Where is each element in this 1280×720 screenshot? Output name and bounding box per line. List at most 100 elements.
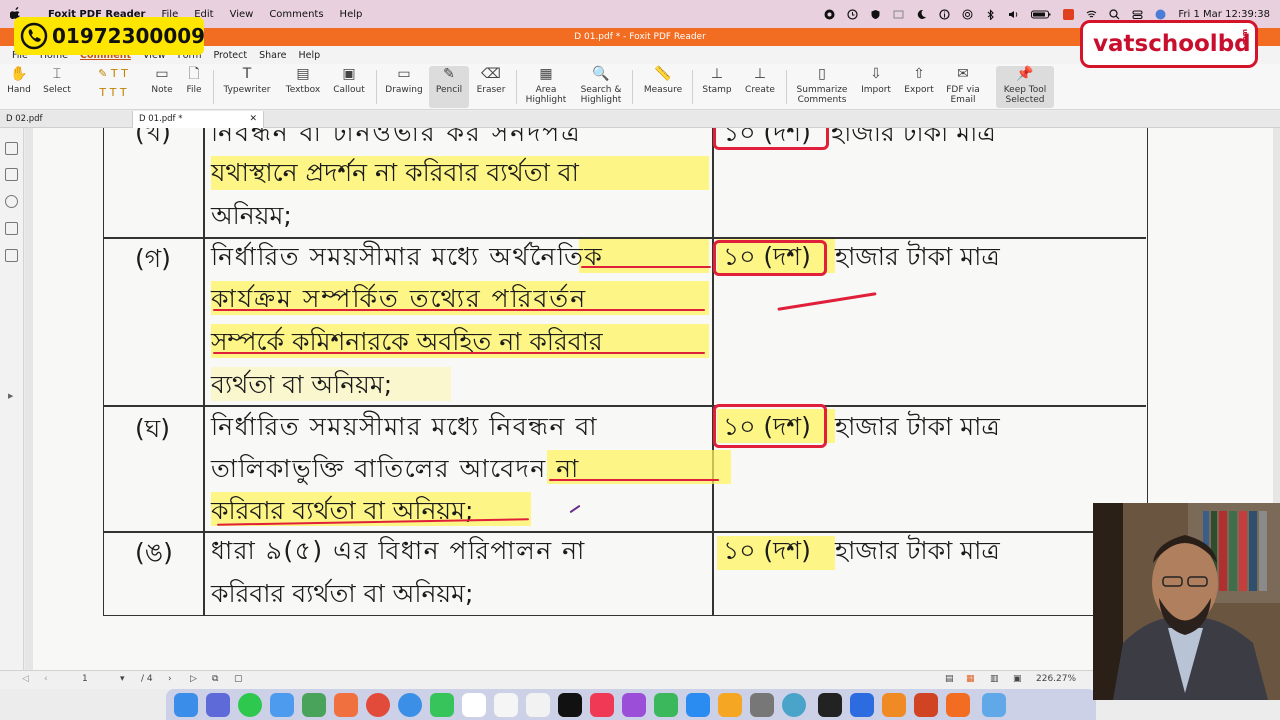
podcasts-icon[interactable] bbox=[622, 693, 646, 717]
highlight-tools[interactable]: ✎ T T T T T bbox=[88, 66, 138, 104]
search-icon[interactable] bbox=[1109, 8, 1120, 20]
apple-tv-icon[interactable] bbox=[558, 693, 582, 717]
continuous-page-icon[interactable]: ▦ bbox=[966, 674, 975, 684]
tab-d01[interactable]: D 01.pdf * ✕ bbox=[132, 111, 264, 128]
messages-icon[interactable] bbox=[238, 693, 262, 717]
eraser-tool[interactable]: ⌫ Eraser bbox=[472, 66, 510, 95]
close-icon[interactable]: ✕ bbox=[249, 111, 257, 128]
battery-icon[interactable] bbox=[1031, 9, 1051, 20]
note-tool[interactable]: ▭ Note bbox=[148, 66, 176, 95]
siri-icon[interactable] bbox=[1155, 9, 1166, 20]
textbox-tool[interactable]: ▤ Textbox bbox=[282, 66, 324, 95]
copy-icon[interactable]: ⧉ bbox=[212, 674, 218, 684]
facing-page-icon[interactable]: ▥ bbox=[990, 674, 999, 684]
drawing-tool[interactable]: ▭ Drawing bbox=[383, 66, 425, 95]
info-icon[interactable] bbox=[939, 8, 951, 20]
page-number-input[interactable]: 1 bbox=[82, 674, 88, 684]
rotate-icon[interactable]: ▢ bbox=[234, 674, 243, 684]
clock[interactable]: Fri 1 Mar 12:39:38 bbox=[1178, 9, 1270, 20]
layers-icon[interactable] bbox=[5, 222, 18, 235]
menu-comments[interactable]: Comments bbox=[269, 9, 323, 20]
reminders-icon[interactable] bbox=[494, 693, 518, 717]
tab-d02[interactable]: D 02.pdf bbox=[0, 111, 128, 128]
file-tool[interactable]: 🗋 File bbox=[180, 66, 208, 95]
import-tool[interactable]: ⇩ Import bbox=[858, 66, 894, 95]
area-highlight-tool[interactable]: ▦ Area Highlight bbox=[522, 66, 570, 105]
export-tool[interactable]: ⇧ Export bbox=[900, 66, 938, 95]
downloads-folder-icon[interactable] bbox=[982, 693, 1006, 717]
music-icon[interactable] bbox=[590, 693, 614, 717]
pages-app-icon[interactable] bbox=[718, 693, 742, 717]
pages-icon[interactable] bbox=[5, 168, 18, 181]
measure-tool[interactable]: 📏 Measure bbox=[640, 66, 686, 95]
select-tool[interactable]: ⌶ Select bbox=[42, 66, 72, 95]
red-circle-annotation[interactable] bbox=[713, 240, 827, 276]
red-underline-annotation[interactable] bbox=[213, 309, 705, 311]
row-text-line: ধারা ৯(৫) এর বিধান পরিপালন না bbox=[211, 536, 586, 565]
next-page-icon[interactable]: › bbox=[168, 674, 172, 684]
pencil-tool[interactable]: ✎ Pencil bbox=[429, 66, 469, 108]
maps-icon[interactable] bbox=[302, 693, 326, 717]
first-page-icon[interactable]: ◁ bbox=[22, 674, 29, 684]
time-machine-icon[interactable] bbox=[847, 8, 859, 20]
red-underline-annotation[interactable] bbox=[581, 266, 711, 268]
comments-panel-icon[interactable] bbox=[5, 195, 18, 208]
settings-icon[interactable] bbox=[750, 693, 774, 717]
cover-page-icon[interactable]: ▣ bbox=[1013, 674, 1022, 684]
app-menu-share[interactable]: Share bbox=[259, 50, 286, 61]
finder-icon[interactable] bbox=[174, 693, 198, 717]
search-highlight-tool[interactable]: 🔍 Search & Highlight bbox=[576, 66, 626, 105]
summarize-comments-tool[interactable]: ▯ Summarize Comments bbox=[793, 66, 851, 105]
launchpad-icon[interactable] bbox=[206, 693, 230, 717]
airdrop-icon[interactable] bbox=[962, 9, 973, 20]
red-underline-annotation[interactable] bbox=[549, 479, 719, 481]
photos-icon[interactable] bbox=[334, 693, 358, 717]
shield-icon[interactable] bbox=[870, 9, 881, 20]
red-circle-annotation[interactable] bbox=[713, 128, 829, 150]
chrome-icon[interactable] bbox=[366, 693, 390, 717]
bookmark-icon[interactable] bbox=[5, 142, 18, 155]
callout-tool[interactable]: ▣ Callout bbox=[330, 66, 368, 95]
stamp-tool[interactable]: ⊥ Stamp bbox=[698, 66, 736, 95]
facetime-icon[interactable] bbox=[430, 693, 454, 717]
hand-tool[interactable]: ✋ Hand bbox=[6, 66, 32, 95]
document-view[interactable]: (খ) নিবন্ধন বা টার্নওভার কর সনদপত্র যথাস… bbox=[25, 128, 1280, 670]
moon-icon[interactable] bbox=[916, 9, 927, 20]
menu-view[interactable]: View bbox=[230, 9, 254, 20]
foxit-app-icon[interactable] bbox=[946, 693, 970, 717]
app-menu-help[interactable]: Help bbox=[299, 50, 321, 61]
calendar-icon[interactable] bbox=[462, 693, 486, 717]
record-icon[interactable] bbox=[824, 9, 835, 20]
attachments-icon[interactable] bbox=[5, 249, 18, 262]
window-icon[interactable] bbox=[893, 9, 904, 20]
books-icon[interactable] bbox=[882, 693, 906, 717]
mail-icon[interactable] bbox=[270, 693, 294, 717]
control-center-icon[interactable] bbox=[1132, 9, 1143, 20]
numbers-icon[interactable] bbox=[654, 693, 678, 717]
typewriter-tool[interactable]: T Typewriter bbox=[220, 66, 274, 95]
keep-tool-selected[interactable]: 📌 Keep Tool Selected bbox=[996, 66, 1054, 108]
powerpoint-icon[interactable] bbox=[914, 693, 938, 717]
wifi-icon[interactable] bbox=[1086, 9, 1097, 20]
red-circle-annotation[interactable] bbox=[713, 404, 827, 448]
sound-icon[interactable] bbox=[1008, 9, 1019, 20]
terminal-icon[interactable] bbox=[818, 693, 842, 717]
create-tool[interactable]: ⊥ Create bbox=[741, 66, 779, 95]
bluetooth-icon[interactable] bbox=[985, 8, 996, 21]
fdf-email-tool[interactable]: ✉ FDF via Email bbox=[942, 66, 984, 105]
zoom-level[interactable]: 226.27% bbox=[1036, 674, 1076, 684]
prev-page-icon[interactable]: ‹ bbox=[44, 674, 48, 684]
single-page-icon[interactable]: ▤ bbox=[945, 674, 954, 684]
app-store-icon[interactable] bbox=[686, 693, 710, 717]
safari-icon[interactable] bbox=[398, 693, 422, 717]
panel-expand-icon[interactable]: ▶ bbox=[8, 392, 13, 400]
menu-help[interactable]: Help bbox=[340, 9, 363, 20]
red-underline-annotation[interactable] bbox=[213, 352, 705, 354]
browser-icon[interactable] bbox=[782, 693, 806, 717]
app-menu-protect[interactable]: Protect bbox=[214, 50, 248, 61]
notes-icon[interactable] bbox=[526, 693, 550, 717]
page-dropdown-icon[interactable]: ▾ bbox=[120, 674, 125, 684]
infinity-app-icon[interactable] bbox=[850, 693, 874, 717]
last-page-icon[interactable]: ▷ bbox=[190, 674, 197, 684]
foxit-status-icon[interactable] bbox=[1063, 8, 1075, 20]
